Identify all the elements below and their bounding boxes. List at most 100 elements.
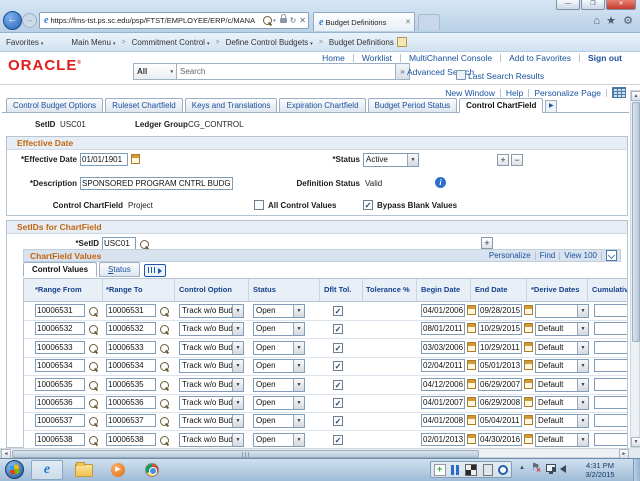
tab-expiration-chartfield[interactable]: Expiration Chartfield: [279, 98, 365, 113]
col-derive-dates[interactable]: *Derive Dates: [531, 285, 579, 294]
search-icon[interactable]: [263, 16, 272, 25]
col-begin-date[interactable]: Begin Date: [421, 285, 460, 294]
effective-date-input[interactable]: [80, 153, 128, 166]
taskbar-chrome[interactable]: [136, 460, 168, 480]
dflt-tol-checkbox[interactable]: ✓: [333, 324, 343, 334]
cumulative-input[interactable]: [594, 433, 628, 446]
vertical-scroll-thumb[interactable]: [632, 102, 640, 342]
control-option-select[interactable]: Track w/o Budg▼: [179, 359, 244, 373]
lookup-icon[interactable]: [89, 381, 98, 390]
begin-date-input[interactable]: [421, 359, 465, 372]
action-center-icon[interactable]: ⚑✕: [531, 462, 540, 473]
restore-button[interactable]: ❐: [581, 0, 605, 10]
cumulative-input[interactable]: [594, 359, 628, 372]
calendar-icon[interactable]: [467, 434, 476, 444]
url-text[interactable]: https://fms-tst.ps.sc.edu/psp/FTST/EMPLO…: [50, 16, 263, 25]
dflt-tol-checkbox[interactable]: ✓: [333, 361, 343, 371]
refresh-icon[interactable]: ↻: [290, 16, 297, 25]
col-range-from[interactable]: *Range From: [35, 285, 82, 294]
range-from-input[interactable]: [35, 322, 85, 335]
description-input[interactable]: [80, 177, 233, 190]
layout-grid-icon[interactable]: [612, 87, 626, 98]
lookup-icon[interactable]: [160, 381, 169, 390]
favorites-star-icon[interactable]: ★: [606, 15, 616, 27]
derive-dates-select[interactable]: Default▼: [535, 396, 589, 410]
back-button[interactable]: ←: [3, 11, 22, 30]
taskbar-ie[interactable]: e: [31, 460, 63, 480]
tab-keys-and-translations[interactable]: Keys and Translations: [185, 98, 278, 113]
dflt-tol-checkbox[interactable]: ✓: [333, 435, 343, 445]
calendar-icon[interactable]: [467, 415, 476, 425]
calendar-icon[interactable]: [524, 415, 533, 425]
begin-date-input[interactable]: [421, 378, 465, 391]
breadcrumb-commitment-control[interactable]: Commitment Control▾: [132, 38, 210, 47]
lookup-icon[interactable]: [89, 362, 98, 371]
range-from-input[interactable]: [35, 396, 85, 409]
range-to-input[interactable]: [106, 341, 156, 354]
help-link[interactable]: Help: [506, 88, 523, 98]
tray-add-icon[interactable]: +: [434, 464, 446, 476]
cumulative-input[interactable]: [594, 322, 628, 335]
personalize-link[interactable]: Personalize: [489, 251, 531, 260]
address-bar[interactable]: e https://fms-tst.ps.sc.edu/psp/FTST/EMP…: [39, 12, 309, 29]
row-status-select[interactable]: Open▼: [253, 378, 305, 392]
row-status-select[interactable]: Open▼: [253, 433, 305, 447]
derive-dates-select[interactable]: Default▼: [535, 322, 589, 336]
control-option-select[interactable]: Track w/o Budg▼: [179, 396, 244, 410]
control-option-select[interactable]: Track w/o Budg▼: [179, 341, 244, 355]
find-link[interactable]: Find: [540, 251, 556, 260]
lookup-icon[interactable]: [160, 399, 169, 408]
dflt-tol-checkbox[interactable]: ✓: [333, 306, 343, 316]
range-to-input[interactable]: [106, 378, 156, 391]
worklist-link[interactable]: Worklist: [362, 53, 392, 63]
derive-dates-select[interactable]: ▼: [535, 304, 589, 318]
show-all-columns-icon[interactable]: [144, 264, 166, 277]
end-date-input[interactable]: [478, 304, 522, 317]
add-row-button[interactable]: +: [497, 154, 509, 166]
row-status-select[interactable]: Open▼: [253, 304, 305, 318]
begin-date-input[interactable]: [421, 433, 465, 446]
derive-dates-select[interactable]: Default▼: [535, 341, 589, 355]
taskbar-media-player[interactable]: ▶: [102, 460, 134, 480]
range-to-input[interactable]: [106, 322, 156, 335]
info-icon[interactable]: i: [435, 177, 446, 188]
cumulative-input[interactable]: [594, 414, 628, 427]
col-cumulative[interactable]: Cumulative: [592, 285, 628, 294]
col-control-option[interactable]: Control Option: [179, 285, 232, 294]
bypass-blank-values-checkbox[interactable]: ✓: [363, 200, 373, 210]
delete-row-button[interactable]: −: [511, 154, 523, 166]
all-control-values-checkbox[interactable]: [254, 200, 264, 210]
range-to-input[interactable]: [106, 359, 156, 372]
end-date-input[interactable]: [478, 433, 522, 446]
show-desktop-button[interactable]: [633, 459, 640, 481]
end-date-input[interactable]: [478, 414, 522, 427]
tab-control-chartfield[interactable]: Control ChartField: [459, 98, 543, 113]
taskbar-clock[interactable]: 4:31 PM 3/2/2015: [575, 461, 625, 479]
derive-dates-select[interactable]: Default▼: [535, 359, 589, 373]
search-input[interactable]: [177, 63, 396, 80]
lookup-icon[interactable]: [140, 240, 149, 249]
derive-dates-select[interactable]: Default▼: [535, 414, 589, 428]
cumulative-input[interactable]: [594, 378, 628, 391]
horizontal-scroll-thumb[interactable]: [12, 450, 479, 458]
stop-icon[interactable]: ✕: [299, 16, 306, 25]
range-to-input[interactable]: [106, 414, 156, 427]
scroll-down-button[interactable]: ▼: [631, 437, 640, 447]
lookup-icon[interactable]: [160, 344, 169, 353]
range-to-input[interactable]: [106, 433, 156, 446]
calendar-icon[interactable]: [467, 305, 476, 315]
calendar-icon[interactable]: [524, 342, 533, 352]
calendar-icon[interactable]: [524, 434, 533, 444]
col-range-to[interactable]: *Range To: [106, 285, 143, 294]
dflt-tol-checkbox[interactable]: ✓: [333, 380, 343, 390]
derive-dates-select[interactable]: Default▼: [535, 433, 589, 447]
calendar-icon[interactable]: [524, 379, 533, 389]
tray-checkered-icon[interactable]: [465, 464, 477, 476]
calendar-icon[interactable]: [524, 323, 533, 333]
col-end-date[interactable]: End Date: [475, 285, 508, 294]
calendar-icon[interactable]: [524, 360, 533, 370]
settings-gear-icon[interactable]: ⚙: [623, 15, 633, 27]
row-status-select[interactable]: Open▼: [253, 414, 305, 428]
download-icon[interactable]: [606, 250, 617, 261]
lookup-icon[interactable]: [160, 436, 169, 445]
